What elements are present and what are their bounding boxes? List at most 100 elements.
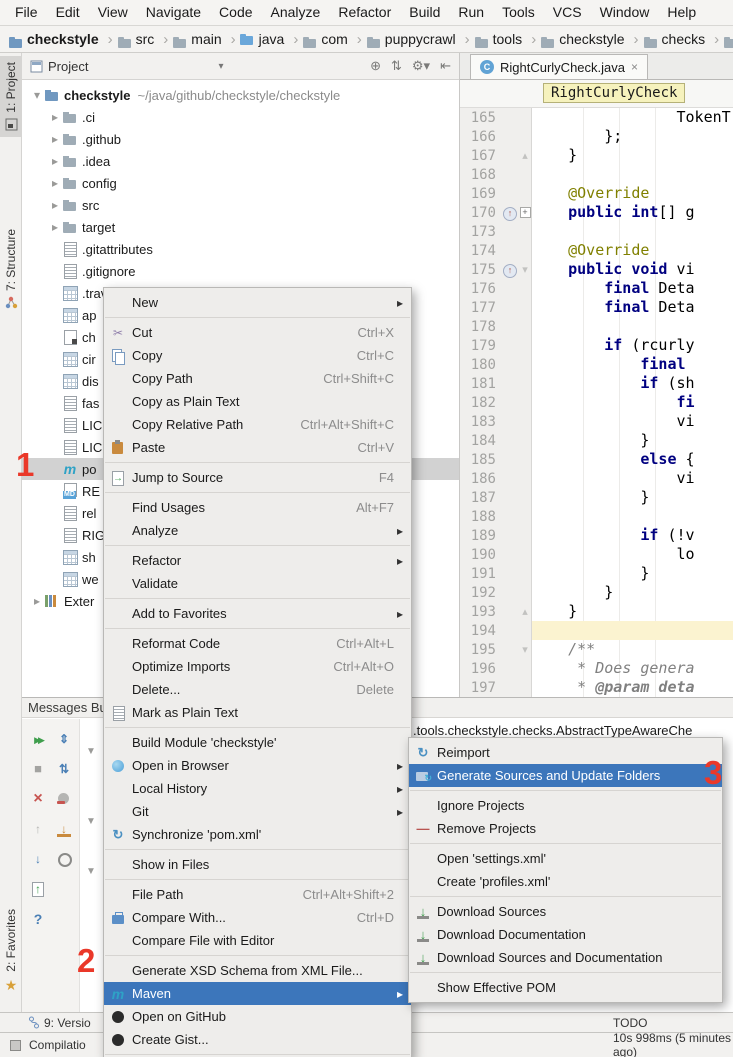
code-viewport[interactable]: 165 TokenT 166 }; 167 [460, 108, 733, 697]
context-menu-item[interactable]: Copy as Plain Text [104, 390, 411, 413]
prev-message-icon[interactable] [29, 820, 47, 838]
breadcrumb-item[interactable]: checks [643, 31, 724, 48]
tree-item[interactable]: .ci [22, 106, 459, 128]
message-expand-arrow-icon[interactable]: ▼ [86, 866, 96, 877]
fold-marker-icon[interactable] [518, 149, 532, 162]
context-menu-item[interactable]: Open on GitHub [104, 1005, 411, 1028]
menubar-item[interactable]: Tools [493, 0, 544, 25]
context-menu-item[interactable]: Mark as Plain Text [104, 701, 411, 724]
expand-all-icon[interactable] [55, 730, 73, 748]
collapse-all-icon[interactable] [55, 760, 73, 778]
context-menu-item[interactable]: Local History [104, 777, 411, 800]
tree-expand-arrow-icon[interactable] [48, 154, 62, 168]
tree-item[interactable]: src [22, 194, 459, 216]
context-menu-item[interactable]: Build Module 'checkstyle' [104, 731, 411, 754]
menubar-item[interactable]: Window [591, 0, 659, 25]
class-breadcrumb-chip[interactable]: RightCurlyCheck [543, 83, 685, 103]
rail-tab-project[interactable]: 1: Project [0, 56, 22, 137]
menubar-item[interactable]: Analyze [262, 0, 330, 25]
override-gutter-icon[interactable] [502, 204, 518, 221]
rail-tab-favorites[interactable]: 2: Favorites ★ [0, 903, 22, 1000]
hide-panel-icon[interactable]: ⇤ [440, 58, 451, 74]
context-menu-item[interactable]: Open in Browser [104, 754, 411, 777]
context-menu-item[interactable]: Delete... Delete [104, 678, 411, 701]
rerun-icon[interactable] [29, 730, 47, 748]
breadcrumb-item[interactable]: checkstyle [8, 31, 117, 48]
tree-expand-arrow-icon[interactable] [48, 176, 62, 190]
tree-expand-arrow-icon[interactable] [48, 198, 62, 212]
tree-item[interactable]: checkstyle ~/java/github/checkstyle/chec… [22, 84, 459, 106]
context-menu-item[interactable]: Refactor [104, 549, 411, 572]
breadcrumb-item[interactable]: com [302, 31, 365, 48]
context-menu-item[interactable]: Find Usages Alt+F7 [104, 496, 411, 519]
context-menu-item[interactable]: Maven [104, 982, 411, 1005]
tree-item[interactable]: .github [22, 128, 459, 150]
help-icon[interactable] [29, 910, 47, 928]
context-menu-item[interactable]: Copy Path Ctrl+Shift+C [104, 367, 411, 390]
breadcrumb-item[interactable]: java [240, 31, 303, 48]
menubar-item[interactable]: View [89, 0, 137, 25]
context-menu-item[interactable]: Generate XSD Schema from XML File... [104, 959, 411, 982]
context-menu-item[interactable]: Synchronize 'pom.xml' [104, 823, 411, 846]
stop-icon[interactable] [29, 760, 47, 778]
maven-submenu-item[interactable]: Ignore Projects [409, 794, 722, 817]
menubar-item[interactable]: Build [400, 0, 449, 25]
menubar-item[interactable]: Navigate [137, 0, 210, 25]
fold-marker-icon[interactable] [518, 207, 532, 218]
context-menu-item[interactable]: Paste Ctrl+V [104, 436, 411, 459]
tray-down-icon[interactable] [55, 820, 73, 838]
maven-submenu-item[interactable]: Reimport [409, 741, 722, 764]
context-menu-item[interactable]: Optimize Imports Ctrl+Alt+O [104, 655, 411, 678]
editor-tab[interactable]: C RightCurlyCheck.java × [470, 54, 648, 79]
context-menu-item[interactable]: Show in Files [104, 853, 411, 876]
collapse-panel-icon[interactable]: ⇅ [391, 58, 402, 74]
context-menu-item[interactable]: Analyze [104, 519, 411, 542]
tree-expand-arrow-icon[interactable] [48, 110, 62, 124]
export-icon[interactable] [29, 880, 47, 898]
context-menu-item[interactable]: Copy Relative Path Ctrl+Alt+Shift+C [104, 413, 411, 436]
menubar-item[interactable]: Help [658, 0, 705, 25]
tree-item[interactable]: .idea [22, 150, 459, 172]
close-icon[interactable] [29, 790, 47, 808]
maven-submenu-item[interactable]: Remove Projects [409, 817, 722, 840]
menubar-item[interactable]: Run [449, 0, 493, 25]
chevron-down-icon[interactable]: ▾ [218, 61, 223, 72]
blank-icon[interactable] [55, 880, 73, 898]
breadcrumb-item[interactable]: src [117, 31, 173, 48]
fold-marker-icon[interactable] [518, 605, 532, 618]
menubar-item[interactable]: Edit [47, 0, 89, 25]
tree-item[interactable]: .gitignore [22, 260, 459, 282]
todo-button[interactable]: TODO [613, 1016, 647, 1030]
context-menu-item[interactable]: Validate [104, 572, 411, 595]
maven-submenu-item[interactable]: Create 'profiles.xml' [409, 870, 722, 893]
menubar-item[interactable]: VCS [544, 0, 591, 25]
context-menu-item[interactable]: Create Gist... [104, 1028, 411, 1051]
breadcrumb-item[interactable]: puppycrawl [366, 31, 474, 48]
maven-submenu-item[interactable]: Download Sources [409, 900, 722, 923]
settings-icon[interactable] [55, 850, 73, 868]
version-control-button[interactable]: 9: Versio [28, 1016, 91, 1030]
tree-expand-arrow-icon[interactable] [48, 220, 62, 234]
tree-item[interactable]: config [22, 172, 459, 194]
tree-expand-arrow-icon[interactable] [30, 594, 44, 608]
context-menu-item[interactable]: New [104, 291, 411, 314]
context-menu-item[interactable]: Compare With... Ctrl+D [104, 906, 411, 929]
message-expand-arrow-icon[interactable]: ▼ [86, 816, 96, 827]
override-gutter-icon[interactable] [502, 261, 518, 278]
context-menu-item[interactable]: Reformat Code Ctrl+Alt+L [104, 632, 411, 655]
maven-submenu-item[interactable]: Generate Sources and Update Folders [409, 764, 722, 787]
tree-item[interactable]: target [22, 216, 459, 238]
menubar-item[interactable]: Refactor [329, 0, 400, 25]
maven-submenu-item[interactable]: Download Documentation [409, 923, 722, 946]
context-menu-item[interactable]: Jump to Source F4 [104, 466, 411, 489]
context-menu-item[interactable]: Git [104, 800, 411, 823]
breadcrumb-item[interactable]: tools [474, 31, 541, 48]
context-menu-item[interactable]: Compare File with Editor [104, 929, 411, 952]
fold-marker-icon[interactable] [518, 263, 532, 276]
maven-submenu-item[interactable]: Download Sources and Documentation [409, 946, 722, 969]
fold-marker-icon[interactable] [518, 643, 532, 656]
context-menu-item[interactable]: File Path Ctrl+Alt+Shift+2 [104, 883, 411, 906]
next-message-icon[interactable] [29, 850, 47, 868]
menubar-item[interactable]: File [6, 0, 47, 25]
rail-tab-structure[interactable]: 7: Structure [0, 223, 22, 315]
